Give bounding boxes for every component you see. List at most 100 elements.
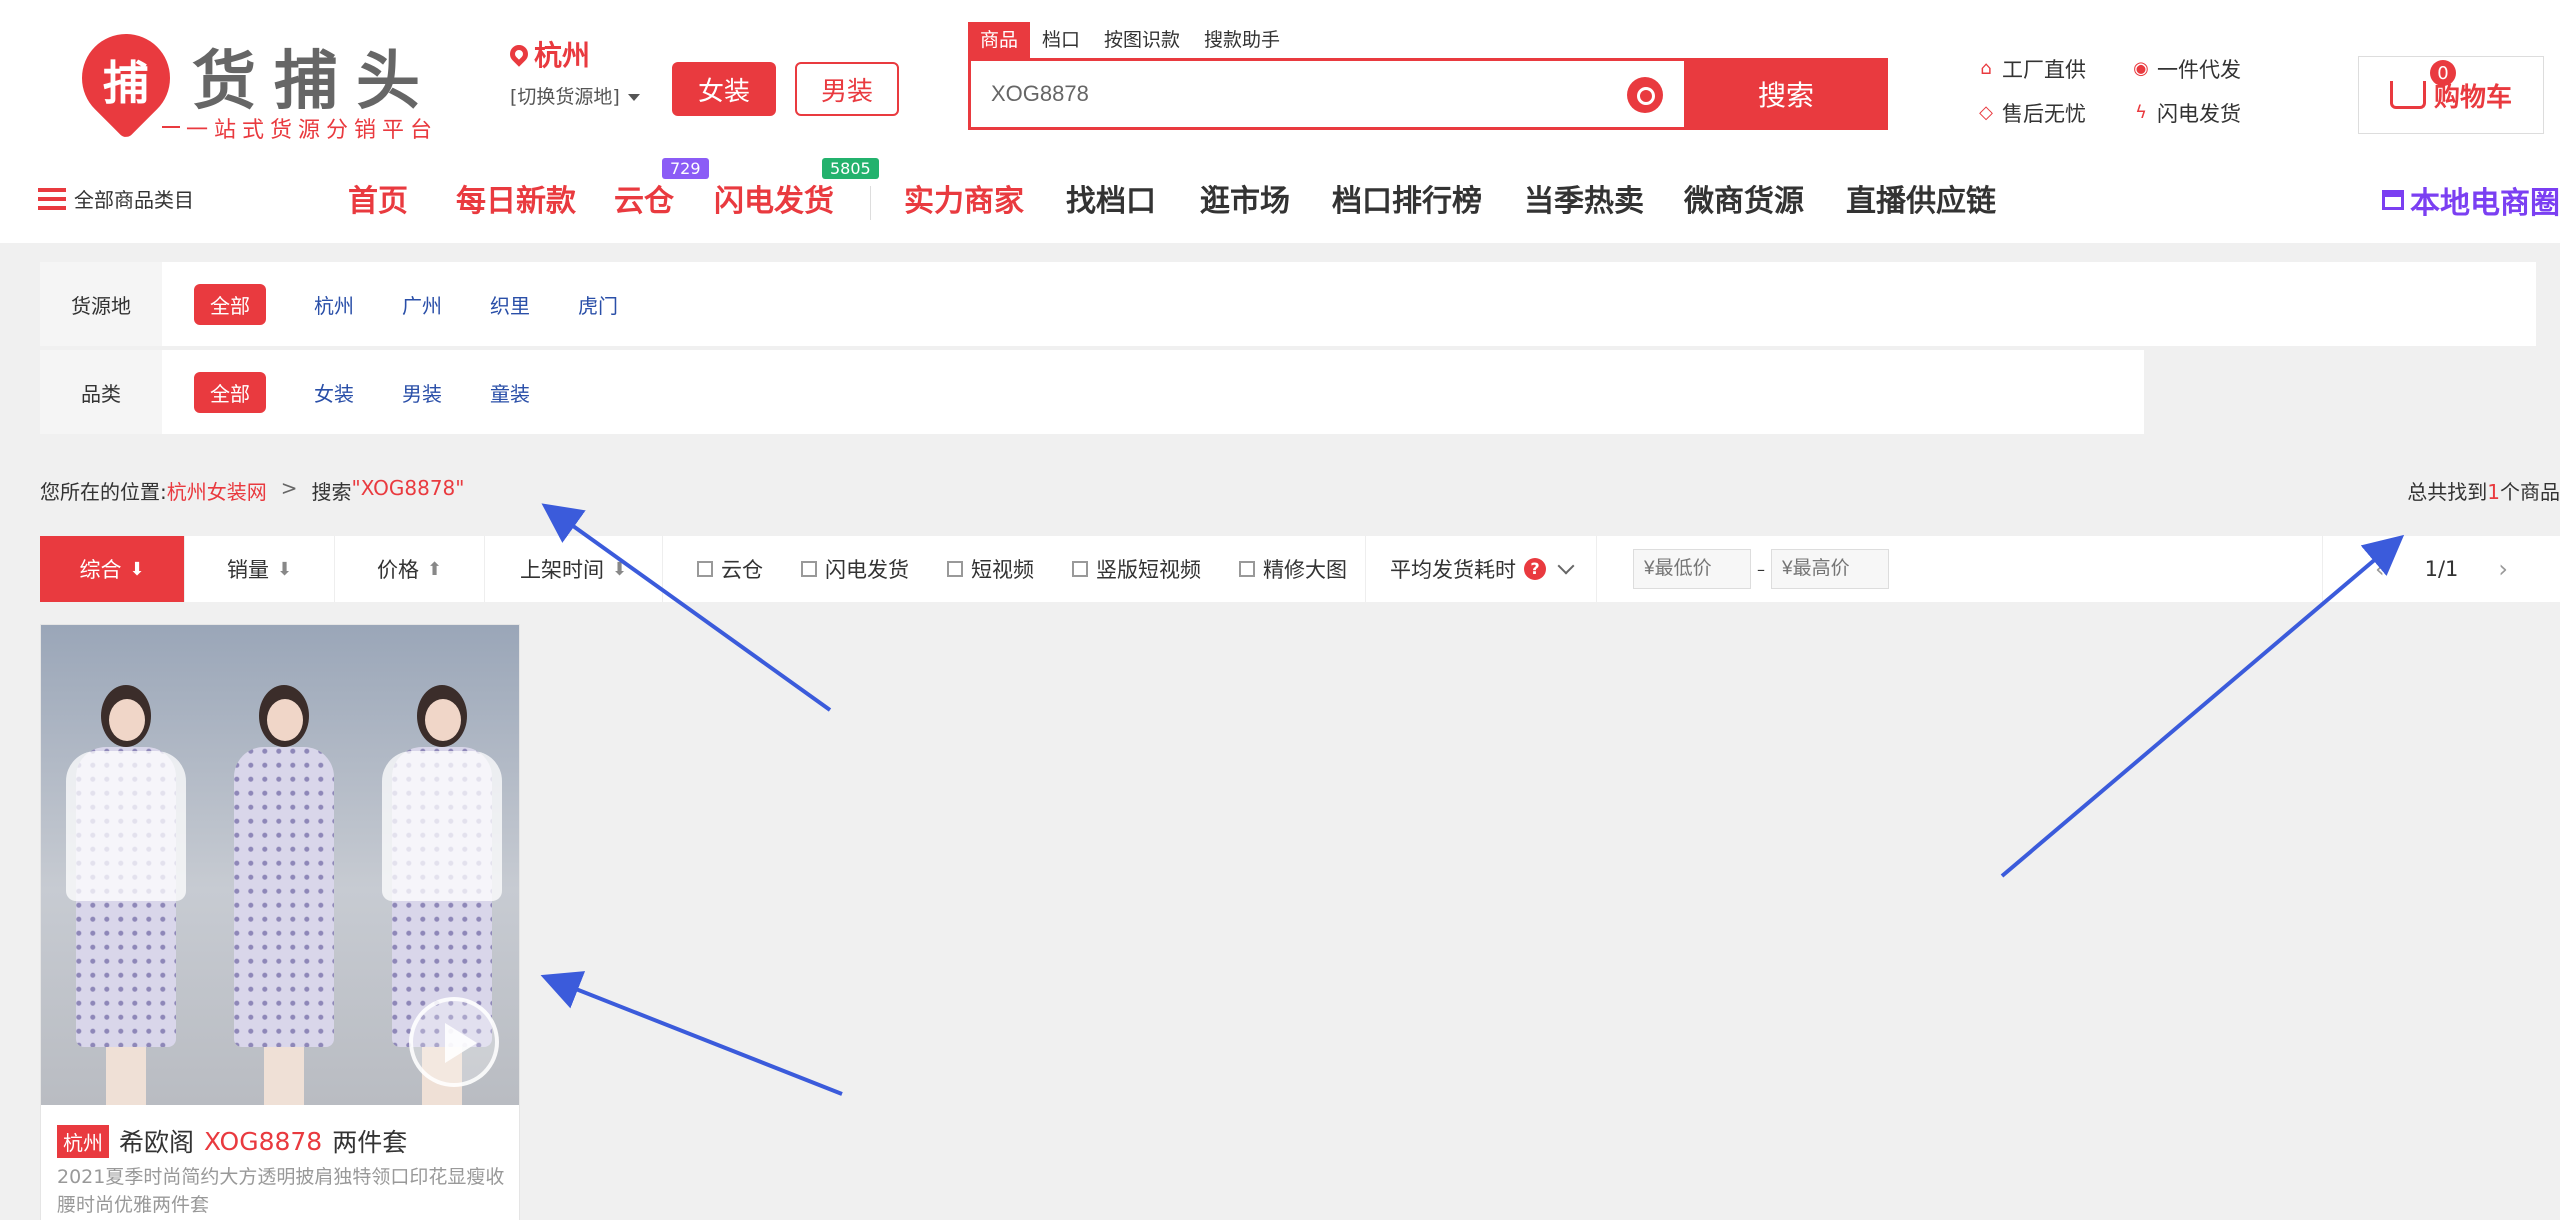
filter-source-zhili[interactable]: 织里	[490, 290, 530, 319]
filter-source-humen[interactable]: 虎门	[578, 290, 618, 319]
nav-hot-season[interactable]: 当季热卖	[1524, 176, 1644, 220]
filter-row-category: 品类 全部 女装 男装 童装	[40, 350, 2144, 434]
total-prefix: 总共找到	[2407, 480, 2488, 504]
logo-mark-text: 捕	[103, 56, 149, 110]
product-code: XOG8878	[204, 1126, 323, 1156]
feature-flash[interactable]: ϟ 闪电发货	[2131, 98, 2286, 128]
product-card[interactable]: 杭州 希欧阁 XOG8878 两件套 2021夏季时尚简约大方透明披肩独特领口印…	[40, 624, 520, 1220]
check-vertical-video[interactable]: 竖版短视频	[1072, 554, 1201, 584]
model-figure	[219, 685, 349, 1105]
search-button[interactable]: 搜索	[1684, 58, 1888, 130]
camera-icon[interactable]	[1627, 77, 1663, 113]
shield-icon: ◇	[1979, 102, 1993, 123]
sort-listing-label: 上架时间	[519, 558, 604, 582]
filter-source-all[interactable]: 全部	[194, 283, 266, 325]
filter-category-all[interactable]: 全部	[194, 371, 266, 413]
arrow-down-icon: ⬇	[276, 558, 293, 580]
sort-price[interactable]: 价格 ⬆	[335, 536, 485, 602]
switch-source-link[interactable]: [切换货源地]	[510, 82, 640, 109]
factory-icon: ⌂	[1980, 58, 1992, 79]
location-city[interactable]: 杭州	[506, 34, 640, 74]
sort-default[interactable]: 综合 ⬇	[40, 536, 185, 602]
filter-category-women[interactable]: 女装	[314, 378, 354, 407]
nav-cloud-warehouse[interactable]: 云仓 729	[614, 158, 709, 220]
breadcrumb-link[interactable]: 杭州女装网	[167, 476, 267, 505]
price-separator: –	[1757, 559, 1765, 579]
min-price-input[interactable]	[1633, 549, 1751, 589]
logo[interactable]: 捕 货捕头 一站式货源分销平台	[63, 15, 442, 146]
women-button[interactable]: 女装	[672, 62, 776, 116]
caret-down-icon	[627, 94, 640, 101]
sort-sales[interactable]: 销量 ⬇	[185, 536, 335, 602]
search-tab-assistant[interactable]: 搜款助手	[1192, 22, 1292, 58]
filter-category-kids[interactable]: 童装	[490, 378, 530, 407]
nav-markets[interactable]: 逛市场	[1200, 176, 1290, 220]
filter-category-men[interactable]: 男装	[402, 378, 442, 407]
check-hd-images[interactable]: 精修大图	[1239, 554, 1347, 584]
check-short-video-label: 短视频	[971, 558, 1034, 582]
nav-daily-new[interactable]: 每日新款	[456, 176, 576, 220]
nav-divider	[870, 186, 871, 220]
check-flash[interactable]: 闪电发货	[801, 554, 909, 584]
price-range: –	[1597, 549, 1889, 589]
sort-bar: 综合 ⬇ 销量 ⬇ 价格 ⬆ 上架时间 ⬇ 云仓 闪电发货 短视频 竖版短视频 精修大图…	[40, 536, 2560, 602]
ship-time-dropdown[interactable]: 平均发货耗时 ?	[1366, 536, 1597, 602]
location-pin-icon	[506, 41, 532, 67]
check-cloud-label: 云仓	[721, 558, 763, 582]
search-tabs: 商品 档口 按图识款 搜款助手	[968, 22, 1292, 58]
filter-label-category: 品类	[40, 350, 162, 434]
max-price-input[interactable]	[1771, 549, 1889, 589]
dropship-icon: ◉	[2133, 58, 2149, 79]
filter-source-hangzhou[interactable]: 杭州	[314, 290, 354, 319]
check-cloud[interactable]: 云仓	[697, 554, 763, 584]
nav-stall-ranking[interactable]: 档口排行榜	[1332, 176, 1482, 220]
nav-home[interactable]: 首页	[348, 176, 408, 220]
lightning-icon: ϟ	[2135, 102, 2147, 123]
prev-page-icon[interactable]: ‹	[2375, 555, 2385, 583]
service-features: ⌂ 工厂直供 ◉ 一件代发 ◇ 售后无忧 ϟ 闪电发货	[1976, 54, 2286, 128]
filter-panel: 货源地 全部 杭州 广州 织里 虎门 品类 全部 女装 男装 童装	[40, 262, 2536, 436]
checkbox-icon	[801, 561, 817, 577]
cloud-count-badge: 729	[662, 158, 709, 179]
chevron-down-icon	[1557, 557, 1575, 575]
filter-row-source: 货源地 全部 杭州 广州 织里 虎门	[40, 262, 2536, 346]
nav-flash-delivery[interactable]: 闪电发货 5805	[714, 158, 879, 220]
filter-source-guangzhou[interactable]: 广州	[402, 290, 442, 319]
feature-dropship[interactable]: ◉ 一件代发	[2131, 54, 2286, 84]
header: 捕 货捕头 一站式货源分销平台 杭州 [切换货源地] 女装 男装 商品 档口 按…	[0, 0, 2560, 243]
men-button[interactable]: 男装	[795, 62, 899, 116]
nav-local-ecommerce[interactable]: 本地电商圈	[2382, 178, 2560, 222]
checkbox-icon	[947, 561, 963, 577]
search-tab-stall[interactable]: 档口	[1030, 22, 1092, 58]
checkbox-icon	[697, 561, 713, 577]
breadcrumb-separator: >	[280, 476, 298, 500]
nav-find-stall[interactable]: 找档口	[1066, 176, 1156, 220]
all-categories-menu[interactable]: 全部商品类目	[38, 184, 194, 213]
product-image[interactable]	[41, 625, 519, 1105]
page-indicator: 1/1	[2424, 557, 2459, 581]
feature-factory[interactable]: ⌂ 工厂直供	[1976, 54, 2131, 84]
sort-listing-time[interactable]: 上架时间 ⬇	[485, 536, 663, 602]
nav-strong-merchants[interactable]: 实力商家	[904, 176, 1024, 220]
search-input[interactable]	[991, 61, 1591, 127]
mini-pager: ‹ 1/1 ›	[2322, 536, 2560, 602]
all-categories-label: 全部商品类目	[74, 188, 194, 212]
nav-live-supply[interactable]: 直播供应链	[1846, 176, 1996, 220]
sort-default-label: 综合	[79, 558, 122, 582]
play-icon[interactable]	[409, 997, 499, 1087]
annotation-arrow	[540, 971, 843, 1096]
breadcrumb-search-prefix: 搜索	[311, 480, 352, 504]
nav-wechat-source[interactable]: 微商货源	[1684, 176, 1804, 220]
arrow-up-icon: ⬆	[426, 558, 443, 580]
check-short-video[interactable]: 短视频	[947, 554, 1034, 584]
search-tab-image[interactable]: 按图识款	[1092, 22, 1192, 58]
next-page-icon[interactable]: ›	[2498, 555, 2508, 583]
check-flash-label: 闪电发货	[825, 558, 909, 582]
search-tab-goods[interactable]: 商品	[968, 22, 1031, 58]
feature-aftersale[interactable]: ◇ 售后无忧	[1976, 98, 2131, 128]
help-icon[interactable]: ?	[1524, 558, 1546, 580]
filter-label-source: 货源地	[40, 262, 162, 346]
product-title[interactable]: 杭州 希欧阁 XOG8878 两件套	[57, 1123, 407, 1159]
feature-aftersale-label: 售后无忧	[2002, 102, 2086, 126]
total-suffix: 个商品	[2500, 480, 2560, 504]
